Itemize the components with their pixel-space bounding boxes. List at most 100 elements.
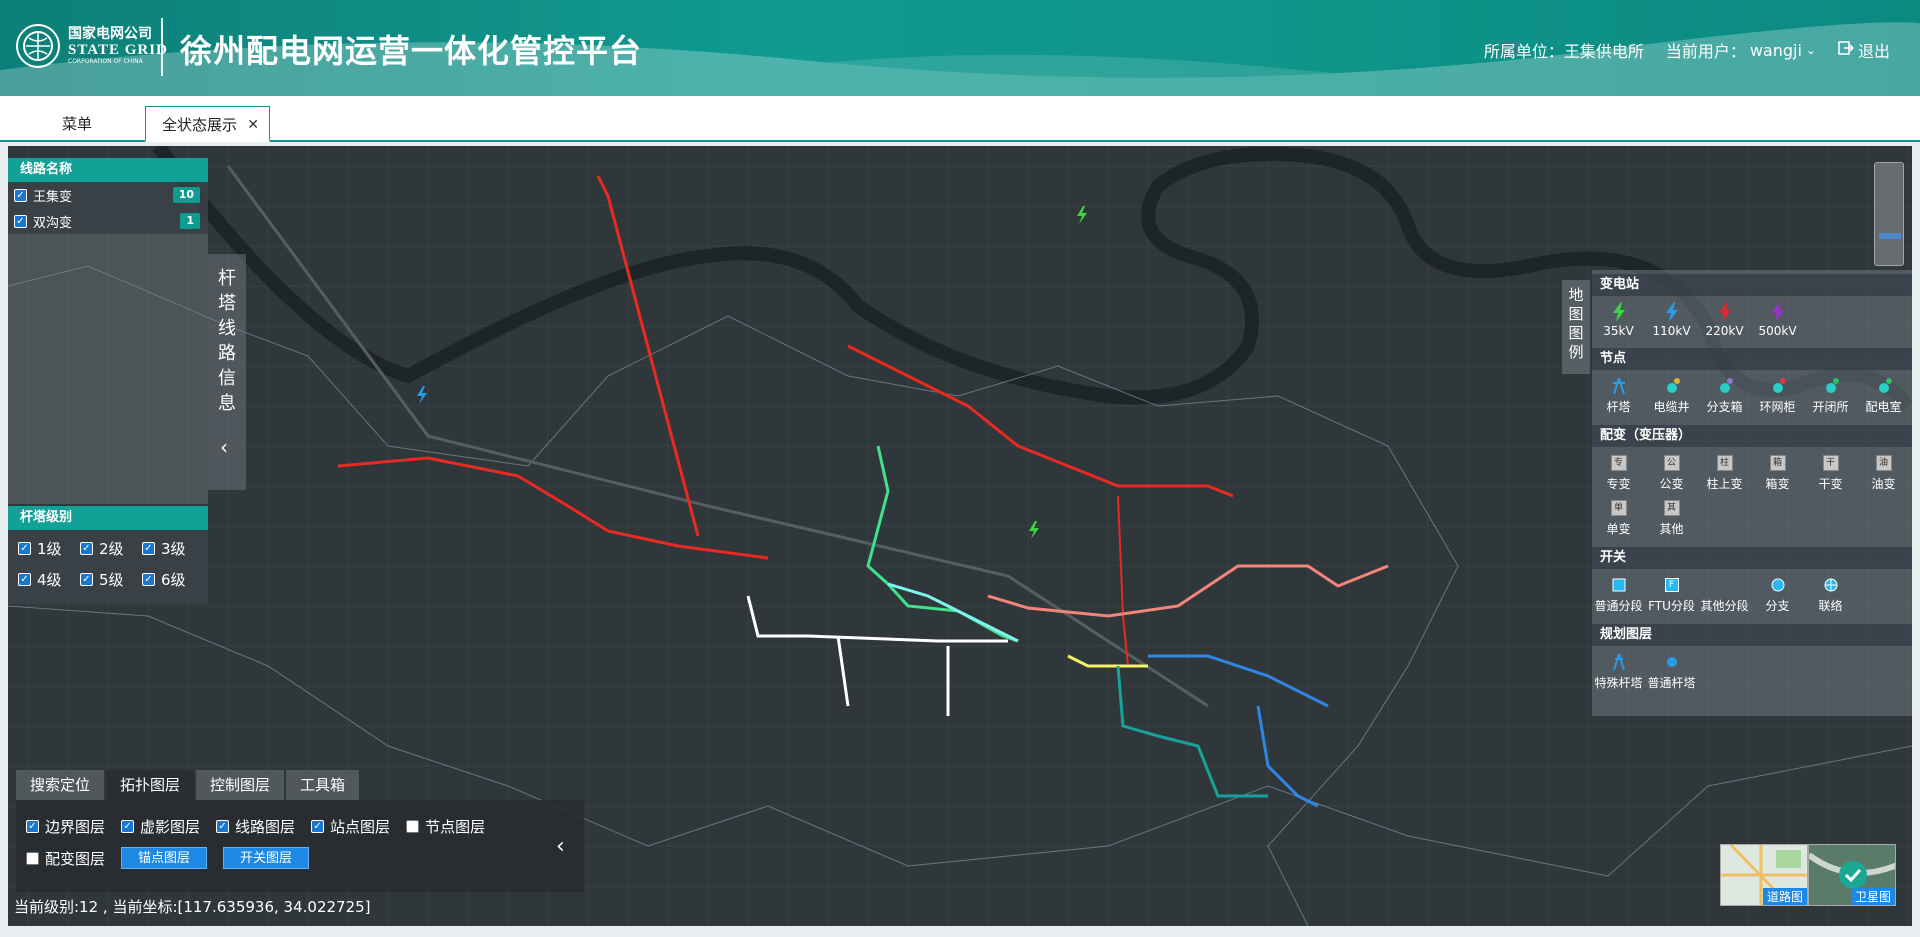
legend-item-label: 其他: [1659, 522, 1684, 536]
legend-item-label: 分支箱: [1706, 400, 1743, 414]
chevron-down-icon: ⌄: [1805, 43, 1816, 57]
legend-item-label: 公变: [1659, 477, 1684, 491]
unit-label: 所属单位：王集供电所: [1483, 42, 1644, 61]
level-3-checkbox[interactable]: ✓ 3级: [142, 538, 204, 559]
legend-item-label: 开闭所: [1812, 400, 1849, 414]
tab-control-layer[interactable]: 控制图层: [196, 770, 285, 800]
tab-search-locate[interactable]: 搜索定位: [16, 770, 105, 800]
bolt-blue-icon: [1645, 300, 1698, 324]
transformer-icon: 公: [1663, 455, 1680, 471]
legend-item-distribution-room: 配电室: [1857, 374, 1910, 415]
zoom-slider[interactable]: [1874, 162, 1904, 266]
legend-item-label: 普通杆塔: [1647, 676, 1696, 690]
legend-item-special-tower: 特殊杆塔: [1592, 650, 1645, 691]
status-coordinates: 当前级别:12 , 当前坐标:[117.635936, 34.022725]: [14, 898, 371, 916]
legend-item-label: 配电室: [1865, 400, 1902, 414]
legend-item-public-transformer: 公公变: [1645, 451, 1698, 492]
legend-section-switch: 开关: [1592, 547, 1912, 569]
legend-item-label: 其他分段: [1700, 599, 1749, 613]
station-layer-checkbox[interactable]: ✓ 站点图层: [311, 816, 390, 837]
transformer-icon: 专: [1610, 455, 1627, 471]
app-title: 徐州配电网运营一体化管控平台: [180, 32, 643, 70]
checkbox-icon: ✓: [26, 819, 39, 833]
legend-item-label: 联络: [1818, 599, 1843, 613]
level-1-checkbox[interactable]: ✓ 1级: [18, 538, 80, 559]
tab-topology-layer[interactable]: 拓扑图层: [106, 770, 195, 800]
close-icon[interactable]: ✕: [247, 107, 259, 143]
chevron-left-icon: ‹: [220, 435, 228, 459]
line-checkbox[interactable]: ✓: [14, 188, 27, 202]
transformer-layer-checkbox[interactable]: 配变图层: [26, 848, 105, 869]
node-layer-checkbox[interactable]: 节点图层: [406, 816, 485, 837]
legend-toggle[interactable]: 地图图例: [1562, 280, 1590, 374]
satellite-map-label: 卫星图: [1850, 888, 1895, 905]
switch-station-icon: [1804, 374, 1857, 398]
legend-item-220kv: 220kV: [1698, 300, 1751, 338]
layer-label: 虚影图层: [140, 817, 201, 836]
app-header: 国家电网公司 STATE GRID CORPORATION OF CHINA 徐…: [0, 0, 1920, 96]
line-item-shuanggou[interactable]: ✓ 双沟变 1: [8, 208, 208, 234]
checkbox-icon: ✓: [80, 573, 93, 586]
legend-item-dry-transformer: 干干变: [1804, 451, 1857, 492]
line-checkbox[interactable]: ✓: [14, 214, 27, 228]
anchor-layer-button[interactable]: 锚点图层: [121, 847, 208, 869]
tab-menu[interactable]: 菜单: [46, 106, 108, 142]
checkbox-icon: ✓: [121, 819, 135, 833]
satellite-map-button[interactable]: 卫星图: [1808, 844, 1896, 906]
legend-item-branch: 分支: [1751, 573, 1804, 614]
map-type-switch: 道路图 卫星图: [1720, 844, 1896, 906]
logout-button[interactable]: 退出: [1838, 38, 1890, 62]
boundary-layer-checkbox[interactable]: ✓ 边界图层: [26, 816, 105, 837]
tab-bar: 菜单 全状态展示 ✕: [0, 96, 1920, 142]
layer-label: 配变图层: [45, 849, 106, 868]
line-item-wangji[interactable]: ✓ 王集变 10: [8, 182, 208, 208]
line-label: 王集变: [33, 189, 73, 205]
logo-en-text: STATE GRID: [68, 42, 168, 59]
transformer-icon: 干: [1822, 455, 1839, 471]
level-label: 4级: [37, 571, 62, 589]
switch-layer-button[interactable]: 开关图层: [223, 847, 310, 869]
checkbox-icon: ✓: [311, 819, 325, 833]
line-layer-checkbox[interactable]: ✓ 线路图层: [216, 816, 295, 837]
tower-level-title: 杆塔级别: [8, 506, 208, 530]
checkbox-icon: ✓: [18, 542, 31, 555]
transformer-icon: 油: [1875, 455, 1892, 471]
legend-item-label: 特殊杆塔: [1594, 676, 1643, 690]
legend-item-label: 柱上变: [1706, 477, 1743, 491]
logo-cn-text: 国家电网公司: [68, 25, 152, 42]
legend-section-node: 节点: [1592, 348, 1912, 370]
legend-item-label: FTU分段: [1648, 599, 1695, 613]
legend-section-substation: 变电站: [1592, 274, 1912, 296]
tab-full-status[interactable]: 全状态展示 ✕: [145, 106, 271, 143]
branch-box-icon: [1698, 374, 1751, 398]
level-2-checkbox[interactable]: ✓ 2级: [80, 538, 142, 559]
logout-icon: [1838, 40, 1855, 60]
legend-item-ftu-segment: F FTU分段: [1645, 573, 1698, 614]
legend-item-dedicated-transformer: 专专变: [1592, 451, 1645, 492]
legend-item-normal-tower: 普通杆塔: [1645, 650, 1698, 691]
user-dropdown[interactable]: 当前用户： wangji ⌄: [1666, 38, 1816, 62]
level-6-checkbox[interactable]: ✓ 6级: [142, 569, 204, 590]
shadow-layer-checkbox[interactable]: ✓ 虚影图层: [121, 816, 200, 837]
legend-label: 地图图例: [1568, 286, 1584, 361]
road-map-button[interactable]: 道路图: [1720, 844, 1808, 906]
tower-level-panel: 杆塔级别 ✓ 1级 ✓ 2级 ✓ 3级 ✓ 4级 ✓ 5级 ✓ 6级: [8, 506, 208, 604]
legend-item-box-transformer: 箱箱变: [1751, 451, 1804, 492]
tower-line-info-label: 杆塔线路信息: [218, 268, 236, 414]
collapse-panel-icon[interactable]: ‹: [556, 834, 565, 859]
line-name-title: 线路名称: [8, 158, 208, 182]
layer-label: 线路图层: [235, 817, 296, 836]
level-5-checkbox[interactable]: ✓ 5级: [80, 569, 142, 590]
checkbox-icon: [26, 851, 39, 865]
level-4-checkbox[interactable]: ✓ 4级: [18, 569, 80, 590]
legend-item-cable-well: 电缆井: [1645, 374, 1698, 415]
state-grid-logo: 国家电网公司 STATE GRID CORPORATION OF CHINA: [16, 24, 168, 68]
logout-label: 退出: [1857, 42, 1890, 61]
tower-line-info-toggle[interactable]: 杆塔线路信息 ‹: [208, 254, 246, 490]
legend-item-label: 分支: [1765, 599, 1790, 613]
tab-toolbox[interactable]: 工具箱: [286, 770, 360, 800]
level-label: 3级: [161, 540, 186, 558]
zoom-thumb[interactable]: [1879, 233, 1901, 239]
line-count-badge: 1: [180, 213, 200, 229]
tool-tabs: 搜索定位 拓扑图层 控制图层 工具箱: [16, 770, 361, 800]
